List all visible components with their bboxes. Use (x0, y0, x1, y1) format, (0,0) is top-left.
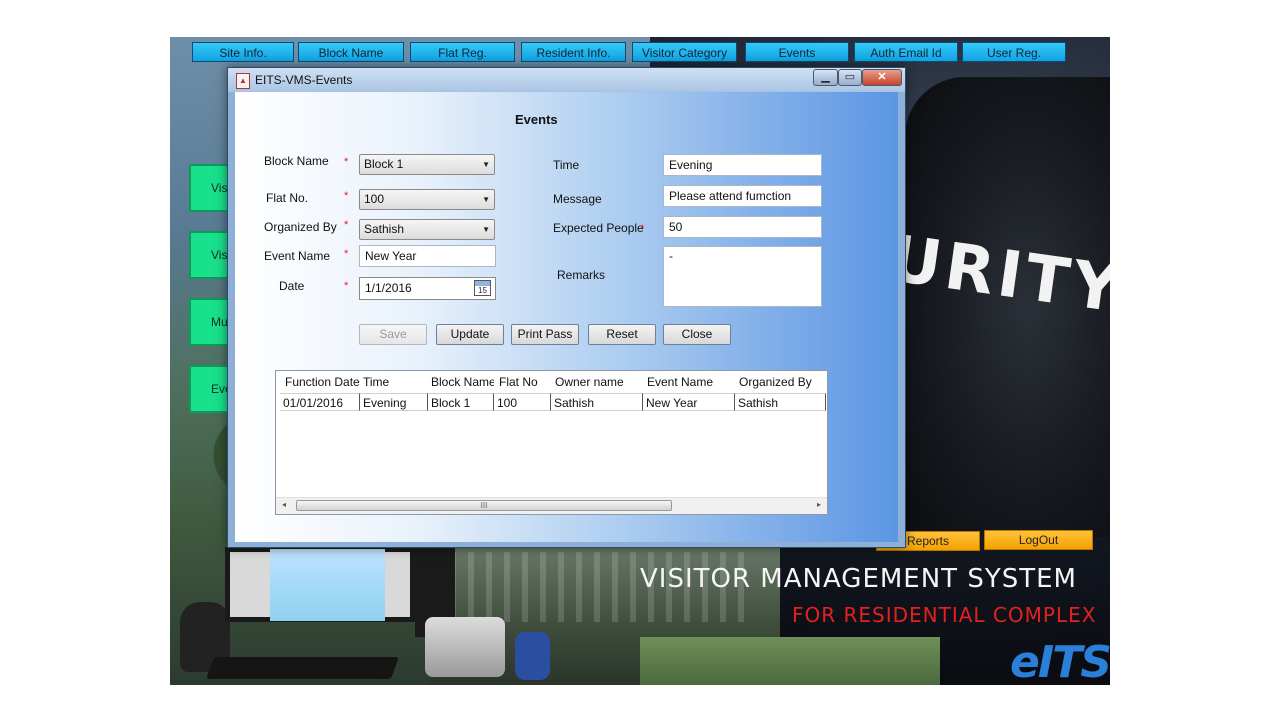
nav-user-reg-button[interactable]: User Reg. (962, 42, 1066, 62)
form-heading: Events (515, 112, 558, 127)
expected-people-label: Expected People (553, 221, 644, 235)
nav-resident-info-button[interactable]: Resident Info. (521, 42, 626, 62)
organized-by-value: Sathish (364, 222, 405, 236)
column-header[interactable]: Flat No (496, 373, 551, 391)
reset-button[interactable]: Reset (588, 324, 656, 345)
vms-title: VISITOR MANAGEMENT SYSTEM (640, 564, 1077, 594)
table-cell[interactable]: Sathish (735, 393, 826, 411)
chevron-down-icon: ▼ (482, 225, 490, 234)
logout-button[interactable]: LogOut (984, 530, 1093, 550)
print-pass-button[interactable]: Print Pass (511, 324, 579, 345)
block-name-value: Block 1 (364, 157, 404, 171)
flat-no-value: 100 (364, 192, 385, 206)
table-cell[interactable]: Sathish (551, 393, 643, 411)
close-icon[interactable]: ✕ (862, 69, 902, 86)
event-name-label: Event Name (264, 249, 331, 263)
column-header[interactable]: Organized By (736, 373, 826, 391)
nav-auth-email-button[interactable]: Auth Email Id (854, 42, 958, 62)
organized-by-select[interactable]: Sathish ▼ (359, 219, 495, 240)
save-button[interactable]: Save (359, 324, 427, 345)
close-button[interactable]: Close (663, 324, 731, 345)
date-value: 1/1/2016 (365, 281, 412, 295)
nav-site-info-button[interactable]: Site Info. (192, 42, 294, 62)
block-name-select[interactable]: Block 1 ▼ (359, 154, 495, 175)
chevron-down-icon: ▼ (482, 160, 490, 169)
horizontal-scrollbar[interactable]: ◂ III ▸ (276, 497, 827, 514)
monitor-screen-image (270, 549, 385, 621)
time-input[interactable]: Evening (663, 154, 822, 176)
fingerprint-reader-image (515, 632, 550, 680)
table-cell[interactable]: New Year (643, 393, 735, 411)
required-mark: * (344, 280, 349, 292)
dialog-client-area: Events Block Name * Block 1 ▼ Flat No. *… (235, 92, 898, 542)
nav-block-name-button[interactable]: Block Name (298, 42, 404, 62)
column-header[interactable]: Time (360, 373, 428, 391)
nav-flat-reg-button[interactable]: Flat Reg. (410, 42, 515, 62)
remarks-textarea[interactable]: - (663, 246, 822, 307)
scroll-left-icon[interactable]: ◂ (282, 500, 286, 509)
organized-by-label: Organized By (264, 220, 337, 234)
background-lawn (640, 637, 940, 685)
event-name-input[interactable]: New Year (359, 245, 496, 267)
table-cell[interactable]: 100 (494, 393, 551, 411)
date-picker[interactable]: 1/1/2016 15 (359, 277, 496, 300)
date-label: Date (279, 279, 305, 293)
table-cell[interactable]: Evening (360, 393, 428, 411)
minimize-icon[interactable]: ▁ (813, 69, 838, 86)
eits-logo: eITS (1010, 637, 1110, 685)
update-button[interactable]: Update (436, 324, 504, 345)
scroll-right-icon[interactable]: ▸ (817, 500, 821, 509)
calendar-icon[interactable]: 15 (474, 280, 491, 296)
flat-no-label: Flat No. (266, 191, 309, 205)
column-header[interactable]: Block Name (428, 373, 494, 391)
message-label: Message (553, 192, 602, 206)
table-cell[interactable]: Block 1 (428, 393, 494, 411)
label-printer-image (425, 617, 505, 677)
remarks-label: Remarks (557, 268, 606, 282)
required-mark: * (344, 190, 349, 202)
column-header[interactable]: Event Name (644, 373, 735, 391)
required-mark: * (344, 156, 349, 168)
dialog-title: EITS-VMS-Events (255, 73, 353, 87)
required-mark: * (344, 248, 349, 260)
events-grid[interactable]: Function Date Time Block Name Flat No Ow… (275, 370, 828, 515)
keyboard-image (205, 657, 400, 679)
required-mark: * (640, 223, 645, 235)
required-mark: * (344, 219, 349, 231)
vms-subtitle: FOR RESIDENTIAL COMPLEX (792, 603, 1097, 627)
app-icon: ▲ (236, 73, 250, 89)
flat-no-select[interactable]: 100 ▼ (359, 189, 495, 210)
column-header[interactable]: Function Date (282, 373, 360, 391)
column-header[interactable]: Owner name (552, 373, 643, 391)
table-cell[interactable]: 01/01/2016 (280, 393, 360, 411)
scrollbar-thumb[interactable]: III (296, 500, 672, 511)
events-dialog: ▲ EITS-VMS-Events ▁ ▭ ✕ Events Block Nam… (227, 67, 906, 548)
expected-people-input[interactable]: 50 (663, 216, 822, 238)
nav-visitor-category-button[interactable]: Visitor Category (632, 42, 737, 62)
block-name-label: Block Name (264, 154, 329, 168)
maximize-icon[interactable]: ▭ (838, 69, 862, 86)
chevron-down-icon: ▼ (482, 195, 490, 204)
time-label: Time (553, 158, 580, 172)
message-input[interactable]: Please attend fumction (663, 185, 822, 207)
nav-events-button[interactable]: Events (745, 42, 849, 62)
dialog-titlebar[interactable]: ▲ EITS-VMS-Events ▁ ▭ ✕ (228, 68, 905, 92)
